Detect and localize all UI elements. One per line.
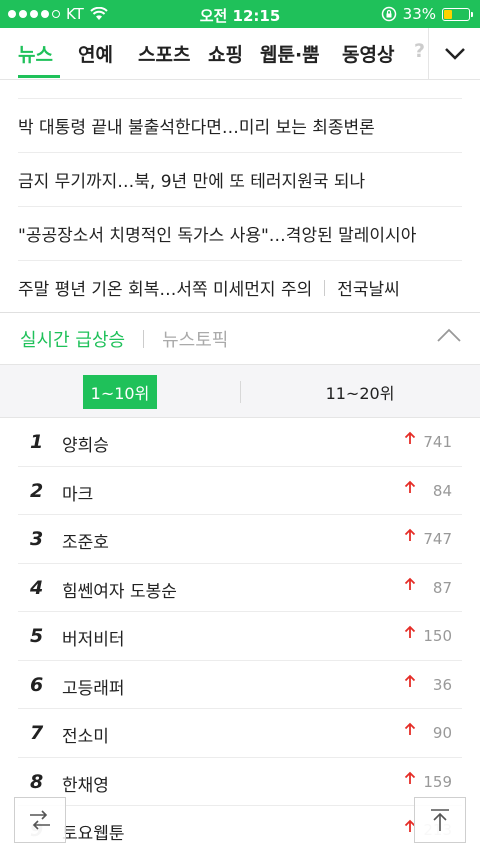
rank-keyword: 마크 (62, 484, 94, 505)
tab-realtime-rising[interactable]: 실시간 급상승 (20, 326, 125, 352)
rank-number: 6 (30, 673, 44, 696)
ranking-row[interactable]: 2 마크 84 (18, 467, 462, 515)
up-arrow-icon (404, 528, 416, 541)
up-arrow-icon (404, 771, 416, 784)
chevron-up-icon (437, 328, 461, 342)
ranking-row[interactable]: 9 토요웹툰 213 (18, 806, 462, 854)
rank-number: 7 (30, 722, 44, 744)
scroll-top-icon (431, 809, 449, 831)
rank-keyword: 조준호 (62, 533, 109, 553)
up-arrow-icon (404, 722, 416, 735)
ranking-row[interactable]: 4 힘쎈여자 도봉순 87 (18, 564, 462, 612)
rank-keyword: 고등래퍼 (62, 678, 125, 699)
up-arrow-icon (404, 674, 416, 687)
tab-rank-1-10[interactable]: 1~10위 (0, 365, 240, 419)
tab-shopping[interactable]: 쇼핑 (208, 40, 243, 67)
ranking-row[interactable]: 3 조준호 747 (18, 515, 462, 564)
tab-news[interactable]: 뉴스 (18, 40, 53, 67)
rank-number: 8 (30, 770, 44, 793)
status-bar: KT 오전 12:15 33% (0, 0, 480, 28)
headline-list: 박 대통령 끝내 불출석한다면…미리 보는 최종변론 금지 무기까지…북, 9년… (0, 98, 480, 314)
battery-percent: 33% (402, 5, 436, 23)
headline-item[interactable]: "공공장소서 치명적인 독가스 사용"…격앙된 말레이시아 (18, 206, 462, 260)
ranking-row[interactable]: 5 버저비터 150 (18, 612, 462, 661)
headline-text: 박 대통령 끝내 불출석한다면…미리 보는 최종변론 (18, 118, 375, 138)
rank-change: 741 (423, 433, 452, 451)
realtime-header: 실시간 급상승 뉴스토픽 (0, 312, 480, 364)
headline-text: 주말 평년 기온 회복…서쪽 미세먼지 주의 (18, 280, 313, 300)
divider (143, 329, 145, 348)
headline-item[interactable]: 금지 무기까지…북, 9년 만에 또 테러지원국 되나 (18, 152, 462, 206)
tab-rank-11-20[interactable]: 11~20위 (240, 365, 480, 419)
tab-more[interactable]: ? (414, 40, 425, 62)
active-tab-indicator (18, 75, 60, 78)
up-arrow-icon (404, 431, 416, 444)
ranking-row[interactable]: 8 한채영 159 (18, 758, 462, 806)
lock-rotation-icon (381, 6, 396, 22)
headline-text: "공공장소서 치명적인 독가스 사용"…격앙된 말레이시아 (18, 226, 417, 246)
rank-keyword: 한채영 (62, 775, 109, 796)
rank-number: 4 (30, 576, 44, 599)
rank-keyword: 토요웹툰 (62, 824, 125, 844)
ranking-row[interactable]: 7 전소미 90 (18, 709, 462, 758)
tab-sports[interactable]: 스포츠 (138, 40, 190, 67)
rank-keyword: 양희승 (62, 436, 109, 456)
rank-change: 87 (432, 578, 452, 597)
collapse-button[interactable] (436, 327, 462, 347)
rank-change: 36 (432, 675, 452, 694)
rank-range-tabs: 1~10위 11~20위 (0, 364, 480, 418)
tabs-expand-button[interactable] (428, 28, 480, 79)
ranking-row[interactable]: 6 고등래퍼 36 (18, 661, 462, 709)
rank-change: 150 (423, 627, 452, 645)
ranking-row[interactable]: 1 양희승 741 (18, 418, 462, 467)
share-icon (30, 810, 50, 830)
scroll-top-button[interactable] (414, 797, 466, 843)
weather-link[interactable]: 전국날씨 (337, 275, 400, 300)
rank-keyword: 전소미 (62, 727, 109, 747)
rank-number: 1 (30, 431, 44, 453)
rank-keyword: 버저비터 (62, 630, 125, 650)
ranking-list: 1 양희승 741 2 마크 84 3 조준호 747 4 힘쎈여자 도봉순 8… (0, 418, 480, 854)
rank-change: 84 (432, 481, 452, 500)
tab-webtoon[interactable]: 웹툰·뿜 (260, 40, 320, 67)
rank-number: 3 (30, 528, 44, 550)
battery-fill (444, 9, 452, 19)
headline-item[interactable]: 주말 평년 기온 회복…서쪽 미세먼지 주의 전국날씨 (18, 260, 462, 314)
category-tabs: 뉴스 연예 스포츠 쇼핑 웹툰·뿜 동영상 ? (0, 28, 480, 80)
chevron-down-icon (444, 48, 465, 60)
tab-entertainment[interactable]: 연예 (78, 40, 113, 67)
up-arrow-icon (404, 480, 416, 493)
share-button[interactable] (14, 797, 66, 843)
divider (324, 279, 326, 296)
rank-change: 159 (423, 772, 452, 791)
tab-video[interactable]: 동영상 (342, 40, 394, 67)
headline-text: 금지 무기까지…북, 9년 만에 또 테러지원국 되나 (18, 172, 366, 192)
rank-keyword: 힘쎈여자 도봉순 (62, 581, 177, 602)
headline-item[interactable]: 박 대통령 끝내 불출석한다면…미리 보는 최종변론 (18, 98, 462, 152)
up-arrow-icon (404, 625, 416, 638)
tab-label: 1~10위 (82, 375, 158, 409)
rank-change: 90 (432, 724, 452, 742)
tab-news-topic[interactable]: 뉴스토픽 (162, 326, 228, 352)
up-arrow-icon (404, 577, 416, 590)
rank-change: 747 (423, 530, 452, 548)
battery-icon (442, 7, 473, 21)
status-right: 33% (381, 5, 473, 23)
rank-number: 2 (30, 479, 44, 502)
rank-number: 5 (30, 625, 44, 647)
tab-label: 11~20위 (325, 384, 395, 403)
